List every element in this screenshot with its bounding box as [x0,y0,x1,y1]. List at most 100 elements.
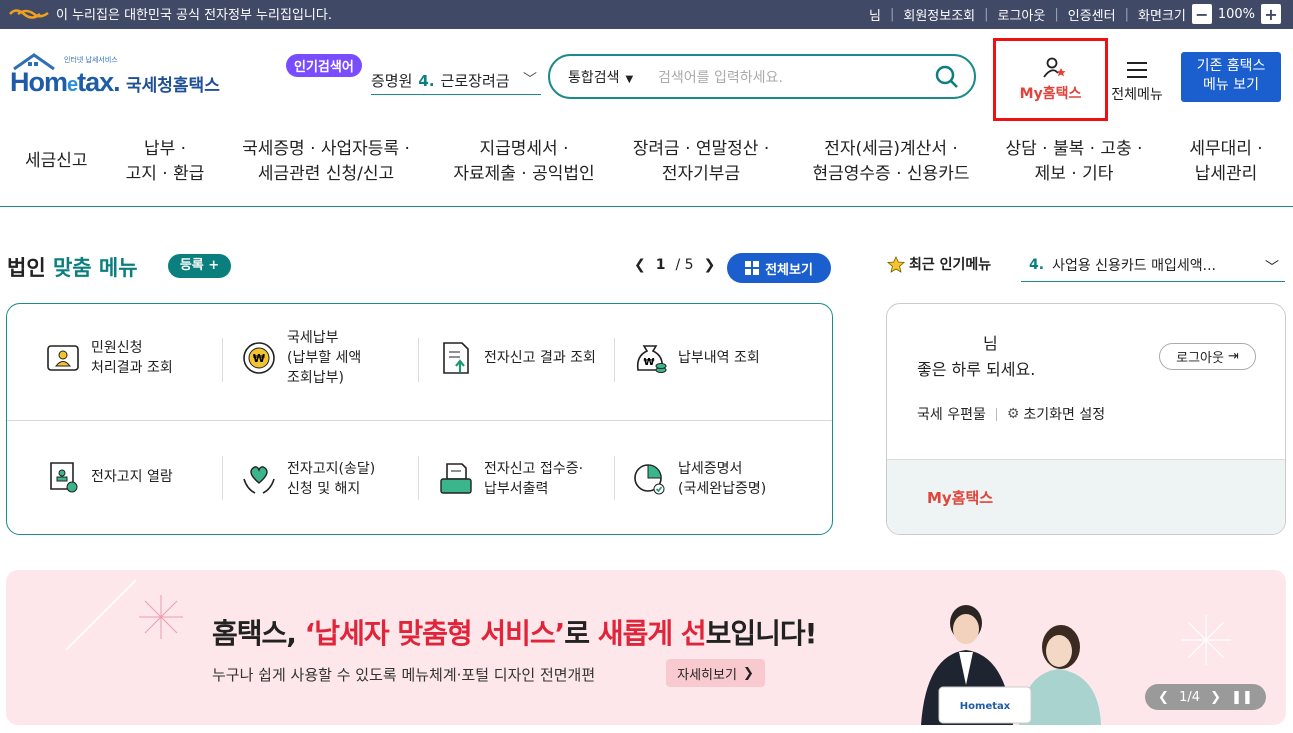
custom-menu-title-prefix: 법인 [7,256,46,280]
zoom-in-button[interactable]: + [1261,4,1281,24]
all-menu-button[interactable]: 전체메뉴 [1106,57,1168,104]
screen-size-label: 화면크기 [1137,8,1186,24]
custom-menu-panel: 민원신청 처리결과 조회 ₩ 국세납부 (납부할 세액 조회납부) 전자신고 결과 조… [6,303,833,535]
menu-item-e-filing-result[interactable]: 전자신고 결과 조회 [438,340,596,376]
headline-part: 새롭게 선 [597,617,707,650]
document-upload-icon [443,342,469,374]
divider [222,338,223,382]
menu-item-label: 국세납부 [287,330,339,346]
gnb-label: 국세증명 · 사업자등록 · [242,139,410,159]
menu-item-e-notice-apply[interactable]: 전자고지(송달) 신청 및 해지 [241,459,375,499]
tax-mail-link[interactable]: 국세 우편물 [917,404,986,424]
chevron-right-icon[interactable]: ❯ [1210,690,1221,705]
menu-item-receipt-print[interactable]: 전자신고 접수증· 납부서출력 [438,459,583,499]
search-icon[interactable] [934,64,960,90]
divider [7,420,832,421]
gnb-label: 납세관리 [1194,164,1258,184]
zoom-out-button[interactable]: − [1191,4,1212,24]
menu-item-label: (국세완납증명) [678,481,767,497]
menu-item-label: 전자고지(송달) [287,461,376,477]
recent-label-text: 최근 인기메뉴 [909,257,992,273]
chevron-down-icon[interactable]: ﹀ [1265,257,1279,277]
sparkle-icon [1181,615,1231,665]
recent-popular-select[interactable]: 4. 사업용 신용카드 매입세액... ﹀ [1021,249,1285,282]
money-bag-icon: ₩ [636,345,667,373]
custom-menu-title: 법인 맞춤 메뉴 [7,252,138,282]
chevron-down-icon[interactable]: ﹀ [523,69,537,89]
hamburger-icon [1127,62,1147,78]
logout-link[interactable]: 로그아웃 [998,5,1046,24]
logout-label: 로그아웃 [1176,351,1224,366]
search-input[interactable]: 검색어를 입력하세요. [658,67,934,87]
menu-item-label: 전자신고 결과 조회 [484,350,596,366]
popular-search-ticker[interactable]: 증명원 4. 근로장려금 ﹀ [371,67,541,95]
menu-item-e-notice[interactable]: 전자고지 열람 [45,459,173,495]
promo-banner[interactable]: 홈택스, ‘납세자 맞춤형 서비스’로 새롭게 선보입니다! 누구나 쉽게 사용… [6,570,1286,725]
myhometax-link[interactable]: My홈택스 [927,487,993,508]
divider [222,456,223,500]
view-all-button[interactable]: 전체보기 [727,253,831,283]
banner-people-illustration: Hometax [921,605,1101,725]
logo-korean: 국세청홈택스 [126,76,220,96]
gnb-item-tax-agent[interactable]: 세무대리 · 납세관리 [1184,137,1268,187]
menu-item-label: (납부할 세액 [287,350,362,366]
caret-down-icon: ▼ [625,73,634,85]
svg-text:₩: ₩ [643,357,654,368]
menu-item-payment-history[interactable]: ₩ 납부내역 조회 [632,340,760,376]
recent-item: 사업용 신용카드 매입세액... [1052,258,1216,274]
gnb-item-payment[interactable]: 납부 · 고지 · 환급 [124,137,206,187]
gnb-item-tax-report[interactable]: 세금신고 [25,149,88,174]
menu-item-label: 민원신청 [91,340,143,356]
more-label: 자세히보기 [677,667,737,683]
sparkle-icon [139,595,183,639]
menu-item-label: 전자고지 열람 [91,469,173,485]
menu-item-civil-result[interactable]: 민원신청처리결과 조회 [45,338,173,378]
gnb-label: 전자기부금 [661,164,741,184]
gnb-item-statements[interactable]: 지급명세서 · 자료제출 · 공익법인 [450,137,598,187]
user-panel: 님 좋은 하루 되세요. 로그아웃 ⇥ 국세 우편물 ⚙ 초기화면 설정 My홈… [886,303,1286,535]
gnb-item-e-invoice[interactable]: 전자(세금)계산서 · 현금영수증 · 신용카드 [810,137,972,187]
gnb-label: 납부 · [143,139,187,159]
custom-menu-title-green: 맞춤 메뉴 [52,256,138,280]
page-current: 1 [655,257,666,273]
divider [614,456,615,500]
myhometax-button[interactable]: My홈택스 [993,38,1108,121]
gnb-item-incentives[interactable]: 장려금 · 연말정산 · 전자기부금 [630,137,772,187]
star-icon [887,255,905,273]
user-panel-footer: My홈택스 [887,459,1285,534]
svg-text:Hometax: Hometax [960,701,1011,712]
divider [995,407,997,421]
chevron-left-icon[interactable]: ❮ [1158,690,1169,705]
divider: | [889,6,895,22]
register-button[interactable]: 등록 + [168,254,231,278]
hometax-logo[interactable]: 인터넷 납세서비스 Hometax. 국세청홈택스 [8,53,223,103]
cert-center-link[interactable]: 인증센터 [1068,5,1116,24]
member-info-link[interactable]: 회원정보조회 [903,5,975,24]
menu-item-label: 처리결과 조회 [91,360,173,376]
logo-wordmark: Hometax. [10,67,121,97]
zoom-level: 100% [1217,6,1255,22]
gnb-label: 자료제출 · 공익법인 [453,164,595,184]
old-hometax-button[interactable]: 기존 홈택스 메뉴 보기 [1181,52,1281,102]
menu-item-tax-payment[interactable]: ₩ 국세납부 (납부할 세액 조회납부) [241,328,361,388]
main-navigation: 세금신고 납부 · 고지 · 환급 국세증명 · 사업자등록 · 세금관련 신청/신… [0,129,1293,207]
home-settings-link[interactable]: 초기화면 설정 [1023,404,1105,424]
logout-button[interactable]: 로그아웃 ⇥ [1159,343,1256,370]
menu-item-tax-certificate[interactable]: 납세증명서 (국세완납증명) [632,459,766,499]
chevron-left-icon[interactable]: ❮ [634,257,646,273]
gnb-item-certificates[interactable]: 국세증명 · 사업자등록 · 세금관련 신청/신고 [240,137,412,187]
popular-term: 근로장려금 [440,72,510,90]
all-menu-label: 전체메뉴 [1111,87,1163,103]
more-details-button[interactable]: 자세히보기 ❯ [666,659,765,687]
user-star-icon [1043,57,1066,78]
headline-part: 보입니다! [705,617,818,650]
gov-notice-text: 이 누리집은 대한민국 공식 전자정부 누리집입니다. [56,8,332,23]
chevron-right-icon[interactable]: ❯ [704,257,716,273]
search-scope-select[interactable]: 통합검색 ▼ [568,67,658,87]
headline-part: 로 [564,617,598,650]
gnb-item-consult[interactable]: 상담 · 불복 · 고충 · 제보 · 기타 [1003,137,1145,187]
document-stamp-icon [50,462,78,493]
egov-logo-icon [9,8,49,19]
user-name-suffix: 님 [983,334,998,353]
pause-icon[interactable]: ❚❚ [1231,690,1253,705]
